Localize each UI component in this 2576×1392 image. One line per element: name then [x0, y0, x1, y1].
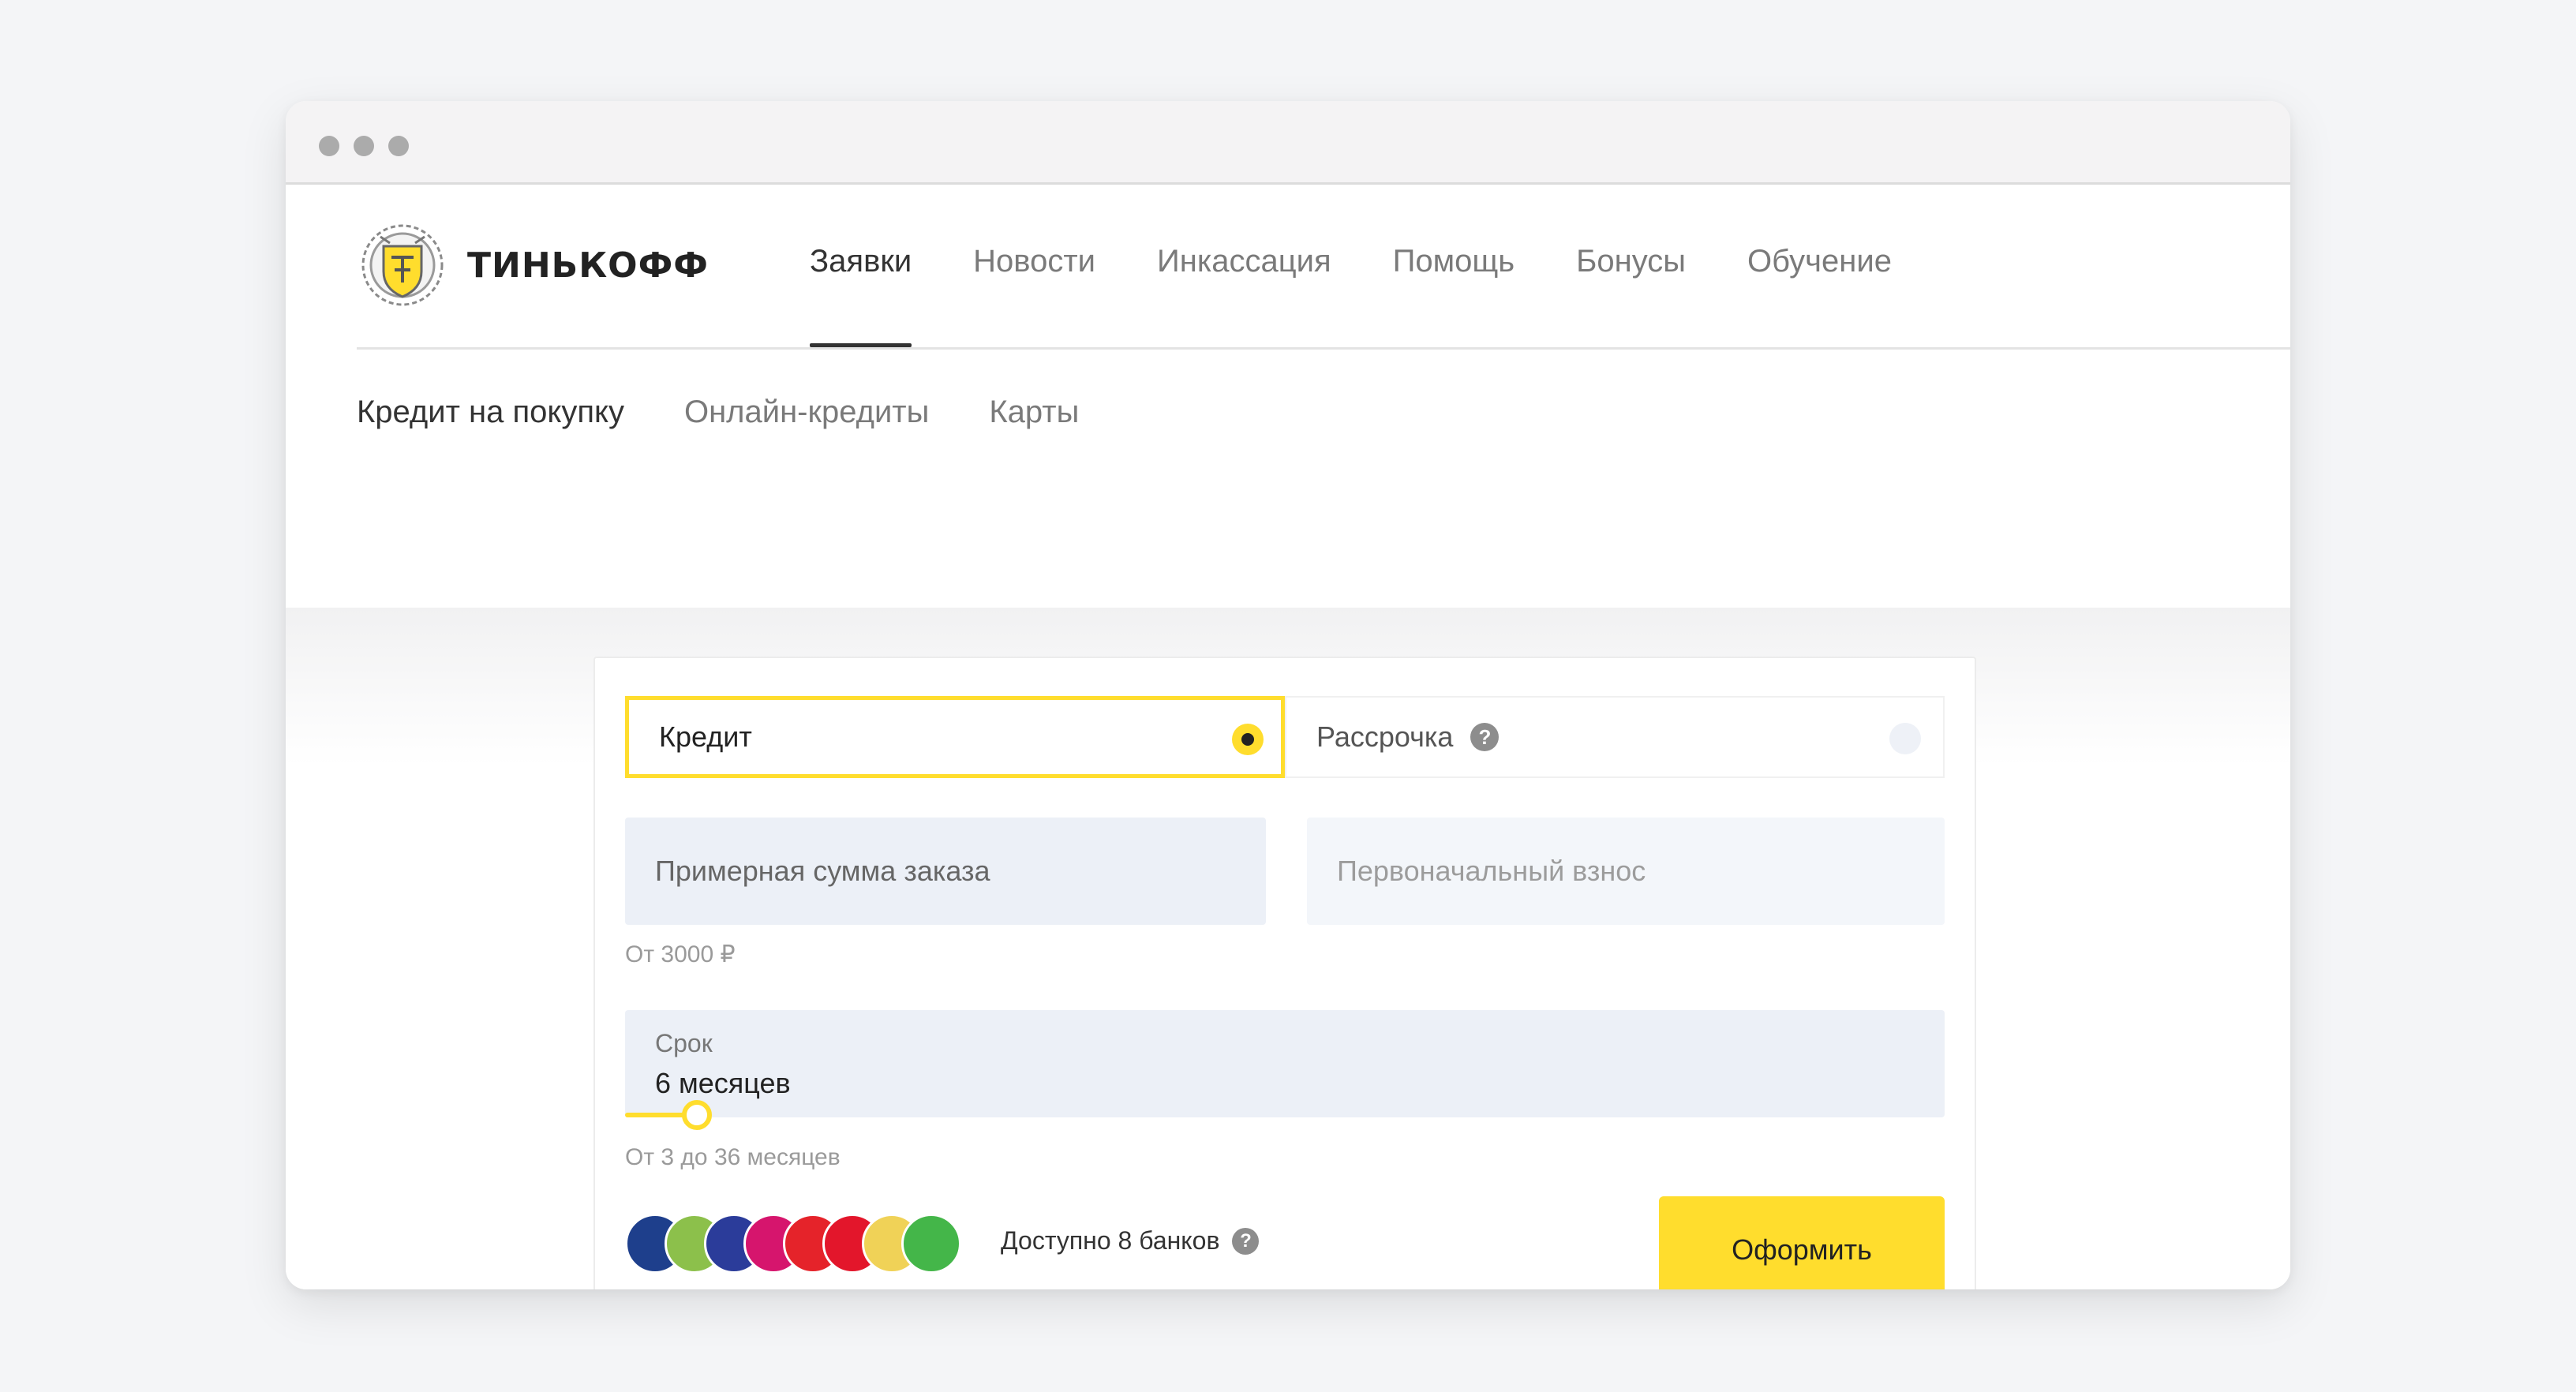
- radio-selected-icon: [1232, 724, 1264, 755]
- subnav-item-cards[interactable]: Карты: [989, 395, 1079, 430]
- bank-8-icon: [901, 1214, 961, 1274]
- browser-window: ТИНЬКОФФ Заявки Новости Инкассация Помощ…: [286, 101, 2290, 1289]
- sub-nav: Кредит на покупку Онлайн-кредиты Карты: [357, 395, 1139, 430]
- order-amount-field[interactable]: Примерная сумма заказа: [625, 818, 1266, 925]
- window-titlebar: [286, 101, 2290, 185]
- submit-button[interactable]: Оформить: [1659, 1196, 1945, 1289]
- radio-unselected-icon: [1889, 723, 1921, 754]
- nav-item-bonuses[interactable]: Бонусы: [1576, 185, 1686, 347]
- term-label: Срок: [655, 1029, 713, 1057]
- term-value: 6 месяцев: [655, 1067, 791, 1099]
- term-hint: От 3 до 36 месяцев: [625, 1144, 841, 1170]
- window-control-dot[interactable]: [354, 136, 374, 156]
- nav-divider: [357, 347, 2290, 350]
- nav-item-requests[interactable]: Заявки: [810, 185, 912, 347]
- window-control-dot[interactable]: [319, 136, 339, 156]
- available-banks-text: Доступно 8 банков: [1001, 1226, 1220, 1255]
- nav-item-news[interactable]: Новости: [973, 185, 1095, 347]
- tab-credit-label: Кредит: [659, 720, 752, 753]
- window-control-dot[interactable]: [388, 136, 409, 156]
- nav-item-training[interactable]: Обучение: [1747, 185, 1892, 347]
- credit-form-card: Кредит Рассрочка ? Примерная сумма заказ…: [593, 657, 1976, 1289]
- subnav-item-purchase-credit[interactable]: Кредит на покупку: [357, 395, 624, 430]
- tab-installment-label: Рассрочка: [1316, 720, 1454, 753]
- tinkoff-emblem-icon: [361, 224, 444, 306]
- site-header: ТИНЬКОФФ Заявки Новости Инкассация Помощ…: [286, 185, 2290, 608]
- brand-logo[interactable]: ТИНЬКОФФ: [357, 223, 709, 308]
- amount-hint: От 3000 ₽: [625, 941, 736, 967]
- available-banks: Доступно 8 банков ?: [1001, 1226, 1260, 1255]
- term-field[interactable]: Срок 6 месяцев: [625, 1010, 1945, 1130]
- bank-logos: [625, 1214, 988, 1274]
- term-slider-thumb[interactable]: [682, 1100, 713, 1130]
- nav-item-help[interactable]: Помощь: [1393, 185, 1515, 347]
- main-nav: Заявки Новости Инкассация Помощь Бонусы …: [810, 185, 1953, 347]
- subnav-item-online-credits[interactable]: Онлайн-кредиты: [684, 395, 929, 430]
- term-slider[interactable]: [625, 1100, 1945, 1130]
- nav-item-collection[interactable]: Инкассация: [1157, 185, 1331, 347]
- question-icon[interactable]: ?: [1232, 1227, 1260, 1255]
- product-type-tabs: Кредит Рассрочка ?: [625, 696, 1945, 778]
- tab-installment[interactable]: Рассрочка ?: [1285, 696, 1945, 778]
- brand-name: ТИНЬКОФФ: [467, 245, 709, 286]
- down-payment-field[interactable]: Первоначальный взнос: [1307, 818, 1945, 925]
- question-icon[interactable]: ?: [1470, 723, 1500, 751]
- main-content: Кредит Рассрочка ? Примерная сумма заказ…: [286, 608, 2290, 1289]
- tab-credit[interactable]: Кредит: [625, 696, 1285, 778]
